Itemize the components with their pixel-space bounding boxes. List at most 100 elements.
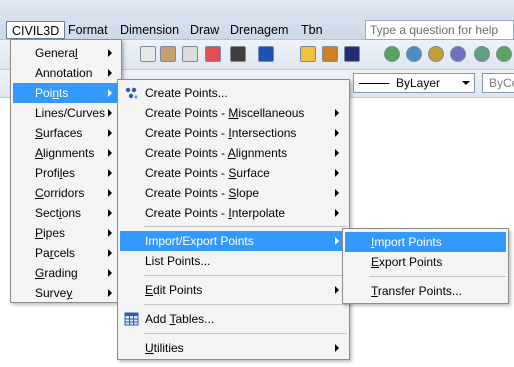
menu-item-pipes[interactable]: Pipes	[13, 223, 119, 243]
menu-item-label: Edit Points	[145, 283, 203, 297]
menu-item-create-points-intersections[interactable]: Create Points - Intersections	[120, 123, 347, 143]
menu-item-label: Add Tables...	[145, 312, 215, 326]
chevron-right-icon	[108, 149, 112, 157]
menu-item-create-points-slope[interactable]: Create Points - Slope	[120, 183, 347, 203]
chevron-right-icon	[335, 129, 339, 137]
menu-item-add-tables[interactable]: Add Tables...	[120, 309, 347, 329]
design-center-icon[interactable]	[160, 46, 176, 62]
menu-item-surfaces[interactable]: Surfaces	[13, 123, 119, 143]
chevron-right-icon	[108, 69, 112, 77]
menu-item-general[interactable]: General	[13, 43, 119, 63]
help-icon[interactable]	[258, 46, 274, 62]
chevron-right-icon	[108, 269, 112, 277]
create-points-icon	[125, 87, 138, 99]
menu-item-create-points[interactable]: Create Points...	[120, 83, 347, 103]
menu-item-label: Create Points...	[145, 86, 228, 100]
menu-item-grading[interactable]: Grading	[13, 263, 119, 283]
menu-item-parcels[interactable]: Parcels	[13, 243, 119, 263]
help-search-input[interactable]: Type a question for help	[365, 20, 514, 40]
properties-icon[interactable]	[140, 46, 156, 62]
chevron-right-icon	[335, 169, 339, 177]
menu-item-label: Grading	[35, 266, 78, 280]
menu-item-edit-points[interactable]: Edit Points	[120, 280, 347, 300]
chevron-right-icon	[108, 209, 112, 217]
chevron-right-icon	[335, 189, 339, 197]
menu-item-label: List Points...	[145, 254, 211, 268]
menu-separator	[369, 276, 506, 277]
menu-item-alignments[interactable]: Alignments	[13, 143, 119, 163]
linetype-combo[interactable]: ByLayer	[353, 73, 475, 93]
viewport-icon[interactable]	[344, 46, 360, 62]
menu-draw[interactable]: Draw	[185, 21, 224, 39]
menu-item-create-points-misc[interactable]: Create Points - Miscellaneous	[120, 103, 347, 123]
menu-item-points[interactable]: Points	[13, 83, 119, 103]
import-export-submenu: Import Points Export Points Transfer Poi…	[342, 228, 509, 304]
layer-stack-icon-3[interactable]	[428, 46, 444, 62]
menu-item-sections[interactable]: Sections	[13, 203, 119, 223]
linetype-preview	[359, 83, 389, 84]
markup-icon[interactable]	[205, 46, 221, 62]
menu-item-label: Transfer Points...	[371, 284, 462, 298]
menu-civil3d[interactable]: CIVIL3D	[6, 21, 66, 39]
chevron-right-icon	[335, 286, 339, 294]
menu-item-label: Create Points - Interpolate	[145, 206, 286, 220]
layer-stack-icon-6[interactable]	[496, 46, 512, 62]
chevron-right-icon	[108, 189, 112, 197]
chevron-right-icon	[335, 237, 339, 245]
chevron-right-icon	[108, 89, 112, 97]
menu-bar: CIVIL3D Format Dimension Draw Drenagem T…	[0, 0, 514, 40]
menu-item-create-points-surface[interactable]: Create Points - Surface	[120, 163, 347, 183]
menu-item-export-points[interactable]: Export Points	[345, 252, 506, 272]
menu-separator	[144, 333, 347, 334]
menu-separator	[144, 275, 347, 276]
menu-item-label: Annotation	[35, 66, 93, 80]
chevron-right-icon	[108, 229, 112, 237]
layer-stack-icon-2[interactable]	[406, 46, 422, 62]
chevron-down-icon[interactable]	[462, 81, 470, 85]
layer-stack-icon-1[interactable]	[384, 46, 400, 62]
chevron-right-icon	[108, 109, 112, 117]
menu-item-label: Create Points - Slope	[145, 186, 260, 200]
menu-item-lines-curves[interactable]: Lines/Curves	[13, 103, 119, 123]
menu-item-survey[interactable]: Survey	[13, 283, 119, 303]
layer-stack-icon-5[interactable]	[474, 46, 490, 62]
menu-item-import-points[interactable]: Import Points	[345, 232, 506, 252]
chevron-right-icon	[108, 49, 112, 57]
tool-palette-icon[interactable]	[182, 46, 198, 62]
menu-item-label: Parcels	[35, 246, 76, 260]
chevron-right-icon	[335, 149, 339, 157]
chevron-right-icon	[108, 289, 112, 297]
menu-dimension[interactable]: Dimension	[115, 21, 184, 39]
menu-item-import-export-points[interactable]: Import/Export Points	[120, 231, 347, 251]
menu-item-label: Create Points - Miscellaneous	[145, 106, 305, 120]
menu-item-utilities[interactable]: Utilities	[120, 338, 347, 358]
civil3d-menu: General Annotation Points Lines/Curves S…	[10, 39, 122, 303]
menu-item-list-points[interactable]: List Points...	[120, 251, 347, 271]
menu-item-profiles[interactable]: Profiles	[13, 163, 119, 183]
color-combo[interactable]: ByCo	[482, 73, 514, 93]
menu-item-label: Pipes	[35, 226, 66, 240]
chevron-right-icon	[108, 249, 112, 257]
menu-item-label: Alignments	[35, 146, 95, 160]
menu-drenagem[interactable]: Drenagem	[225, 21, 293, 39]
menu-item-create-points-interpolate[interactable]: Create Points - Interpolate	[120, 203, 347, 223]
menu-item-label: Import/Export Points	[145, 234, 254, 248]
menu-item-label: Utilities	[145, 341, 184, 355]
menu-item-label: General	[35, 46, 78, 60]
menu-item-transfer-points[interactable]: Transfer Points...	[345, 281, 506, 301]
calculator-icon[interactable]	[230, 46, 246, 62]
menu-item-corridors[interactable]: Corridors	[13, 183, 119, 203]
chevron-right-icon	[335, 344, 339, 352]
menu-item-label: Export Points	[371, 255, 443, 269]
layer-stack-icon-4[interactable]	[450, 46, 466, 62]
menu-format[interactable]: Format	[63, 21, 113, 39]
style-icon[interactable]	[300, 46, 316, 62]
menu-item-annotation[interactable]: Annotation	[13, 63, 119, 83]
chevron-right-icon	[335, 209, 339, 217]
cone-icon[interactable]	[322, 46, 338, 62]
menu-tbn[interactable]: Tbn	[296, 21, 328, 39]
menu-item-create-points-alignments[interactable]: Create Points - Alignments	[120, 143, 347, 163]
menu-item-label: Create Points - Surface	[145, 166, 270, 180]
menu-item-label: Create Points - Alignments	[145, 146, 288, 160]
menu-separator	[144, 304, 347, 305]
